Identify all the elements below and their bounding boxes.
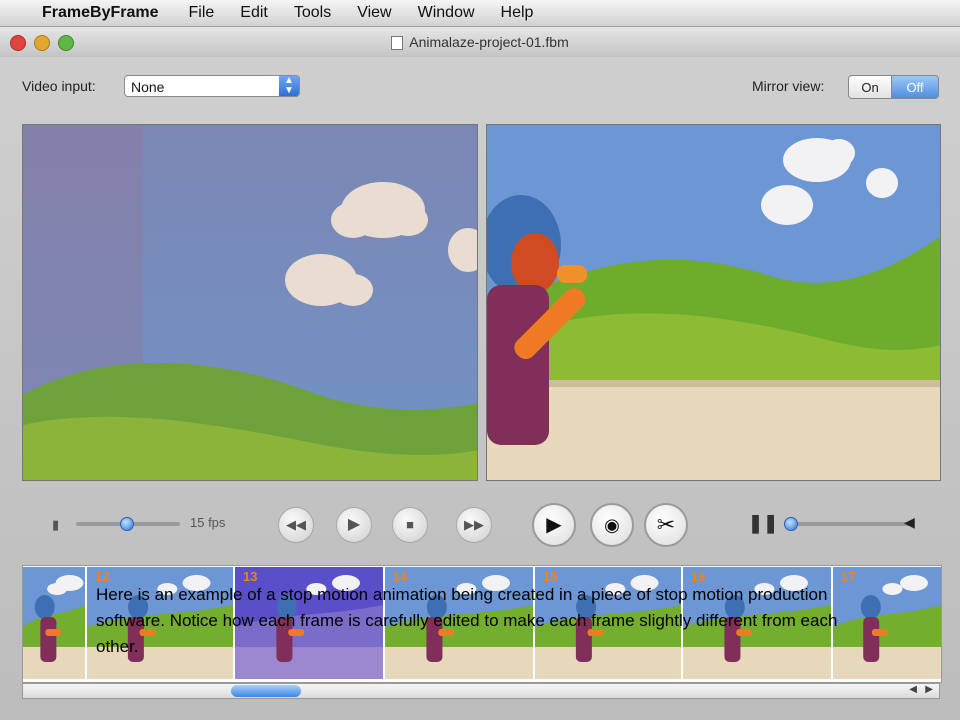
menu-file[interactable]: File	[189, 4, 215, 22]
menu-bar: FrameByFrame File Edit Tools View Window…	[0, 0, 960, 27]
onion-skin-preview	[22, 124, 478, 481]
onion-skin-icon: ▮	[52, 517, 60, 532]
camera-icon: ◉	[604, 515, 620, 535]
speaker-icon: ◀	[904, 514, 915, 530]
fast-forward-button[interactable]: ▶▶	[456, 507, 492, 543]
video-input-select[interactable]: None ▲ ▼	[124, 75, 300, 97]
menu-help[interactable]: Help	[501, 4, 534, 22]
menu-view[interactable]: View	[357, 4, 391, 22]
menu-app-name[interactable]: FrameByFrame	[42, 4, 159, 22]
stop-icon: ■	[406, 517, 414, 532]
mirror-on-button[interactable]: On	[848, 75, 892, 99]
frame-thumbnail	[23, 567, 85, 679]
window-title: Animalaze-project-01.fbm	[409, 34, 569, 50]
play-large-icon: ▶	[546, 514, 562, 536]
video-input-label: Video input:	[22, 78, 96, 94]
scroll-left-icon[interactable]: ◀	[909, 684, 917, 695]
rewind-icon: ◀◀	[286, 517, 306, 532]
current-frame-preview	[486, 124, 941, 481]
scroll-right-icon[interactable]: ▶	[925, 684, 933, 695]
stop-button[interactable]: ■	[392, 507, 428, 543]
volume-slider[interactable]	[790, 522, 910, 526]
rewind-button[interactable]: ◀◀	[278, 507, 314, 543]
mirror-off-button[interactable]: Off	[891, 75, 939, 99]
menu-tools[interactable]: Tools	[294, 4, 331, 22]
video-input-value: None	[131, 79, 165, 95]
scissors-icon: ✂	[656, 512, 676, 537]
current-frame-image	[487, 125, 940, 480]
document-icon	[391, 36, 404, 51]
fast-forward-icon: ▶▶	[464, 517, 484, 532]
onion-skin-image	[23, 125, 477, 480]
onion-skin-slider-knob[interactable]	[120, 517, 134, 531]
title-bar: Animalaze-project-01.fbm	[0, 27, 960, 57]
pause-icon[interactable]: ❚❚	[748, 513, 778, 534]
window-title-area: Animalaze-project-01.fbm	[0, 34, 960, 51]
menu-edit[interactable]: Edit	[240, 4, 268, 22]
filmstrip-frame[interactable]	[23, 567, 85, 679]
select-arrows-icon: ▲ ▼	[279, 76, 299, 96]
caption-text: Here is an example of a stop motion anim…	[96, 585, 838, 656]
play-button[interactable]: ▶	[532, 503, 576, 547]
capture-frame-button[interactable]: ◉	[590, 503, 634, 547]
scrollbar-thumb[interactable]	[231, 685, 301, 697]
fps-label: 15 fps	[190, 515, 226, 530]
play-preview-button[interactable]: ▶	[336, 507, 372, 543]
play-icon: ▶	[347, 516, 361, 533]
mirror-view-label: Mirror view:	[752, 78, 825, 94]
cut-frame-button[interactable]: ✂	[644, 503, 688, 547]
filmstrip-scrollbar[interactable]: ◀ ▶	[22, 683, 940, 699]
volume-slider-knob[interactable]	[784, 517, 798, 531]
menu-window[interactable]: Window	[418, 4, 475, 22]
